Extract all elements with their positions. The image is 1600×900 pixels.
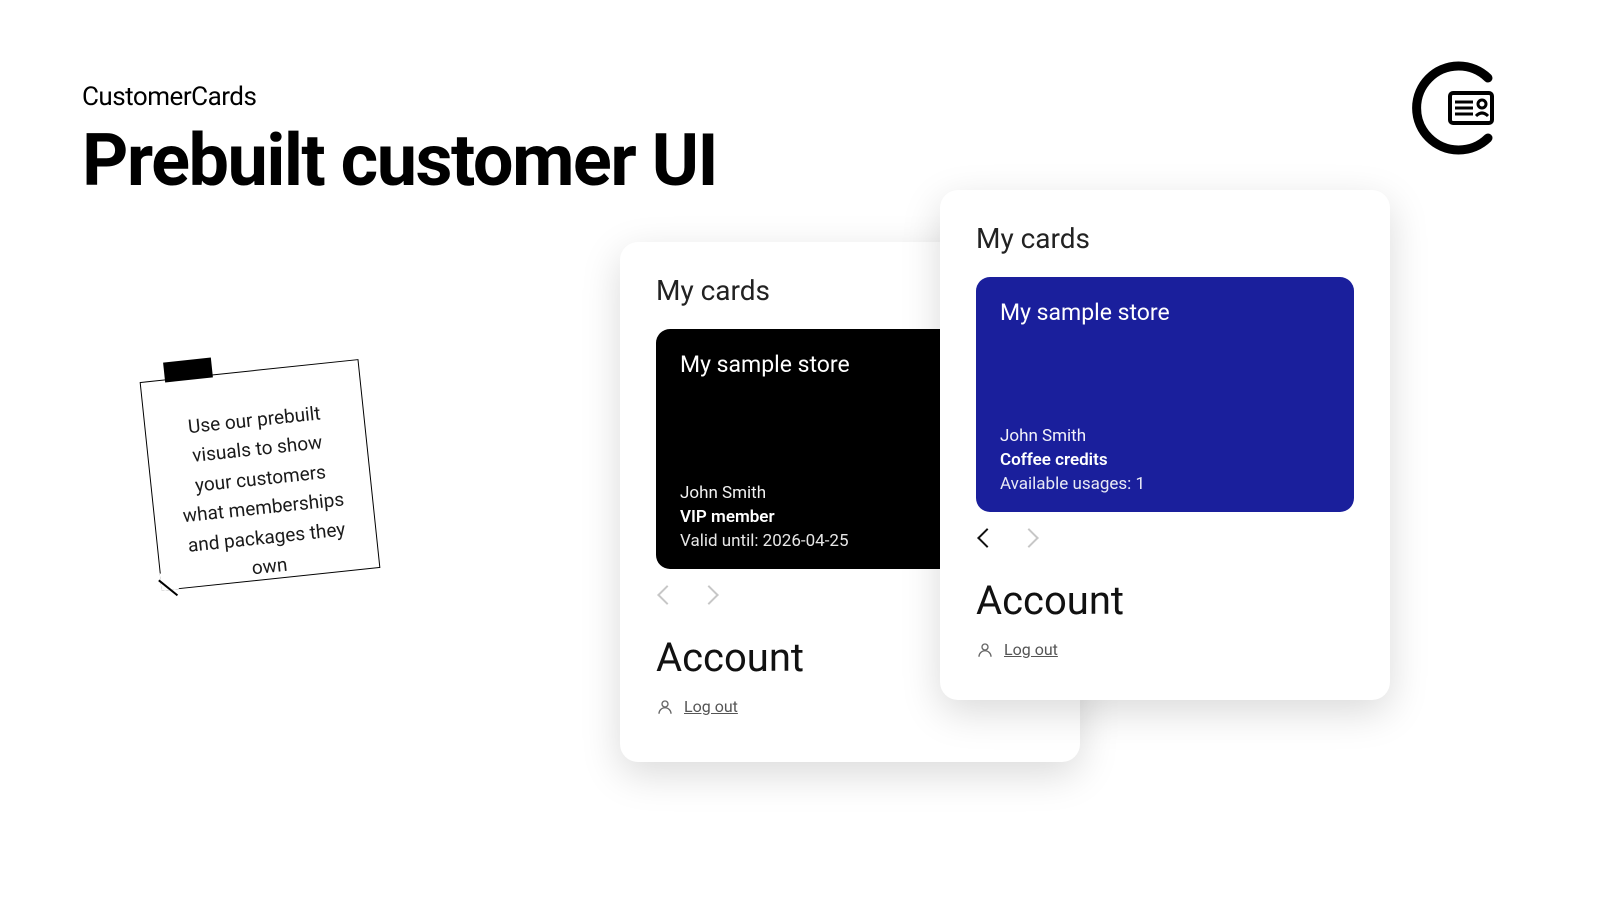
account-heading: Account <box>976 577 1354 624</box>
card-package-label: Coffee credits <box>1000 450 1330 470</box>
membership-card-coffee[interactable]: My sample store John Smith Coffee credit… <box>976 277 1354 512</box>
logout-link[interactable]: Log out <box>976 640 1354 659</box>
card-customer-name: John Smith <box>1000 426 1330 446</box>
chevron-left-icon <box>657 585 677 605</box>
note-text: Use our prebuilt visuals to show your cu… <box>182 401 347 579</box>
logo-icon <box>1400 58 1500 158</box>
page-title: Prebuilt customer UI <box>82 118 717 203</box>
note-body: Use our prebuilt visuals to show your cu… <box>140 359 381 591</box>
chevron-left-icon <box>977 528 997 548</box>
brand-logo <box>1400 58 1500 162</box>
brand-name: CustomerCards <box>82 82 717 112</box>
prev-card-button[interactable] <box>980 530 994 549</box>
user-icon <box>976 641 994 659</box>
card-pager <box>976 530 1354 549</box>
next-card-button[interactable] <box>1022 530 1036 549</box>
card-store-name: My sample store <box>1000 299 1330 326</box>
chevron-right-icon <box>699 585 719 605</box>
section-title-mycards: My cards <box>976 222 1354 255</box>
next-card-button[interactable] <box>702 587 716 606</box>
prev-card-button[interactable] <box>660 587 674 606</box>
page-header: CustomerCards Prebuilt customer UI <box>82 82 717 203</box>
logout-label: Log out <box>1004 640 1058 659</box>
user-icon <box>656 698 674 716</box>
account-section: Account Log out <box>976 577 1354 659</box>
chevron-right-icon <box>1019 528 1039 548</box>
customer-panel-b: My cards My sample store John Smith Coff… <box>940 190 1390 700</box>
logout-label: Log out <box>684 697 738 716</box>
sticky-note: Use our prebuilt visuals to show your cu… <box>150 360 390 590</box>
card-available-usages: Available usages: 1 <box>1000 474 1330 494</box>
